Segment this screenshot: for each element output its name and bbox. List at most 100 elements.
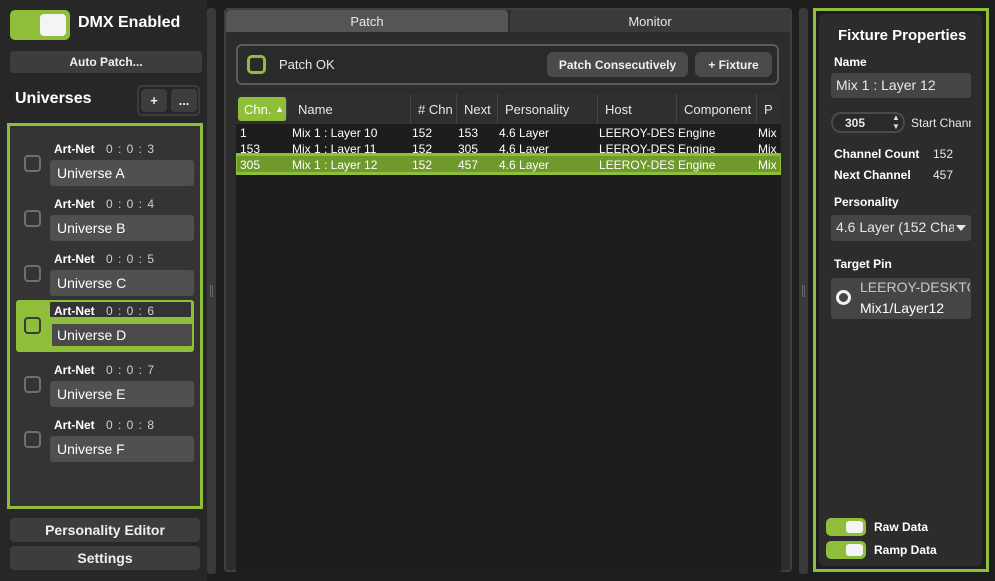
cell-chn-count: 152 bbox=[412, 126, 433, 140]
table-row-selected[interactable]: 305 Mix 1 : Layer 12 152 457 4.6 Layer L… bbox=[236, 153, 781, 175]
cell-pin: Mix bbox=[758, 126, 777, 140]
tab-monitor[interactable]: Monitor bbox=[510, 10, 790, 32]
column-header-chn-count[interactable]: # Chn bbox=[412, 94, 457, 124]
personality-label: Personality bbox=[834, 195, 899, 209]
cell-name: Mix 1 : Layer 12 bbox=[292, 158, 378, 172]
patch-table: Chn. ▲ Name # Chn Next Personality Host … bbox=[236, 94, 781, 572]
ramp-data-label: Ramp Data bbox=[874, 543, 937, 557]
splitter-grip-icon bbox=[802, 285, 805, 297]
universe-name-field[interactable]: Universe A bbox=[50, 160, 194, 186]
fixture-name-field[interactable]: Mix 1 : Layer 12 bbox=[831, 73, 971, 98]
universe-protocol: Art-Net bbox=[54, 252, 95, 266]
target-pin-label: Target Pin bbox=[834, 257, 892, 271]
column-header-chn[interactable]: Chn. ▲ bbox=[238, 97, 287, 121]
personality-editor-button[interactable]: Personality Editor bbox=[10, 518, 200, 542]
universe-address: 0 : 0 : 7 bbox=[106, 363, 156, 377]
universe-item[interactable]: Art-Net 0 : 0 : 3 Universe A bbox=[16, 138, 194, 190]
right-splitter[interactable] bbox=[799, 8, 808, 574]
universe-protocol: Art-Net bbox=[54, 363, 95, 377]
personality-select-value: 4.6 Layer (152 Channels) bbox=[836, 219, 954, 235]
pin-radio-icon[interactable] bbox=[836, 290, 851, 305]
next-channel-value: 457 bbox=[933, 168, 954, 182]
universe-name-field[interactable]: Universe D bbox=[50, 322, 194, 348]
toggle-knob bbox=[846, 544, 863, 556]
column-header-name[interactable]: Name bbox=[292, 94, 411, 124]
universe-address: 0 : 0 : 3 bbox=[106, 142, 156, 156]
universe-item-selected[interactable]: Art-Net 0 : 0 : 6 Universe D bbox=[16, 300, 194, 352]
raw-data-toggle[interactable] bbox=[826, 518, 866, 536]
splitter-grip-icon bbox=[210, 285, 213, 297]
start-channel-label: Start Channel bbox=[911, 116, 971, 130]
column-header-label: Chn. bbox=[244, 101, 272, 117]
universe-protocol: Art-Net bbox=[54, 142, 95, 156]
universe-protocol: Art-Net bbox=[54, 304, 95, 318]
channel-count-value: 152 bbox=[933, 147, 954, 161]
universe-checkbox[interactable] bbox=[24, 431, 41, 448]
column-header-next[interactable]: Next bbox=[458, 94, 498, 124]
universe-address: 0 : 0 : 5 bbox=[106, 252, 156, 266]
column-header-pin[interactable]: P bbox=[758, 94, 781, 124]
cell-pin: Mix bbox=[758, 158, 777, 172]
universe-checkbox[interactable] bbox=[24, 376, 41, 393]
settings-button[interactable]: Settings bbox=[10, 546, 200, 570]
patch-ok-indicator bbox=[247, 55, 266, 74]
toggle-knob bbox=[40, 14, 66, 36]
universe-name-field[interactable]: Universe E bbox=[50, 381, 194, 407]
universe-item[interactable]: Art-Net 0 : 0 : 8 Universe F bbox=[16, 414, 194, 466]
universe-name-field[interactable]: Universe B bbox=[50, 215, 194, 241]
universe-address: 0 : 0 : 8 bbox=[106, 418, 156, 432]
universe-more-button[interactable]: ... bbox=[171, 89, 197, 112]
cell-chn-count: 152 bbox=[412, 158, 433, 172]
personality-select[interactable]: 4.6 Layer (152 Channels) bbox=[831, 215, 971, 241]
toggle-knob bbox=[846, 521, 863, 533]
next-channel-label: Next Channel bbox=[834, 168, 911, 182]
universes-title: Universes bbox=[15, 90, 92, 107]
cell-host: LEEROY-DESKTOP bbox=[599, 158, 674, 172]
universe-item[interactable]: Art-Net 0 : 0 : 7 Universe E bbox=[16, 359, 194, 411]
target-pin-host: LEEROY-DESKTOP bbox=[860, 279, 970, 295]
cell-chn: 1 bbox=[240, 126, 247, 140]
universe-checkbox[interactable] bbox=[24, 210, 41, 227]
dmx-enabled-toggle[interactable] bbox=[10, 10, 70, 40]
sort-ascending-icon: ▲ bbox=[275, 104, 285, 114]
universe-checkbox[interactable] bbox=[24, 317, 41, 334]
ramp-data-toggle[interactable] bbox=[826, 541, 866, 559]
universe-name-field[interactable]: Universe C bbox=[50, 270, 194, 296]
column-header-component[interactable]: Component bbox=[678, 94, 757, 124]
column-header-personality[interactable]: Personality bbox=[499, 94, 598, 124]
cell-next: 153 bbox=[458, 126, 479, 140]
cell-chn: 305 bbox=[240, 158, 261, 172]
universe-protocol: Art-Net bbox=[54, 418, 95, 432]
channel-count-label: Channel Count bbox=[834, 147, 920, 161]
start-channel-value: 305 bbox=[845, 116, 866, 130]
table-row[interactable]: 1 Mix 1 : Layer 10 152 153 4.6 Layer LEE… bbox=[236, 125, 781, 141]
raw-data-label: Raw Data bbox=[874, 520, 929, 534]
cell-component: Engine bbox=[678, 158, 716, 172]
patch-ok-label: Patch OK bbox=[279, 57, 335, 72]
column-header-host[interactable]: Host bbox=[599, 94, 677, 124]
left-splitter[interactable] bbox=[207, 8, 216, 574]
cell-personality: 4.6 Layer bbox=[499, 126, 550, 140]
stepper-arrows-icon[interactable]: ▲ ▼ bbox=[892, 113, 900, 131]
cell-personality: 4.6 Layer bbox=[499, 158, 550, 172]
universe-address: 0 : 0 : 4 bbox=[106, 197, 156, 211]
dmx-enabled-label: DMX Enabled bbox=[78, 14, 181, 31]
universe-protocol: Art-Net bbox=[54, 197, 95, 211]
universe-checkbox[interactable] bbox=[24, 155, 41, 172]
universe-checkbox[interactable] bbox=[24, 265, 41, 282]
chevron-down-icon[interactable] bbox=[956, 225, 966, 231]
name-label: Name bbox=[834, 55, 867, 69]
patch-consecutively-button[interactable]: Patch Consecutively bbox=[547, 52, 688, 77]
cell-component: Engine bbox=[678, 126, 716, 140]
fixture-properties-title: Fixture Properties bbox=[838, 27, 967, 44]
auto-patch-button[interactable]: Auto Patch... bbox=[10, 51, 202, 73]
cell-next: 457 bbox=[458, 158, 479, 172]
universe-item[interactable]: Art-Net 0 : 0 : 5 Universe C bbox=[16, 248, 194, 300]
universe-item[interactable]: Art-Net 0 : 0 : 4 Universe B bbox=[16, 193, 194, 245]
add-fixture-button[interactable]: + Fixture bbox=[695, 52, 772, 77]
table-header: Chn. ▲ Name # Chn Next Personality Host … bbox=[236, 94, 781, 124]
tab-patch[interactable]: Patch bbox=[226, 10, 508, 32]
add-universe-button[interactable]: + bbox=[141, 89, 167, 112]
universe-address: 0 : 0 : 6 bbox=[106, 304, 156, 318]
universe-name-field[interactable]: Universe F bbox=[50, 436, 194, 462]
